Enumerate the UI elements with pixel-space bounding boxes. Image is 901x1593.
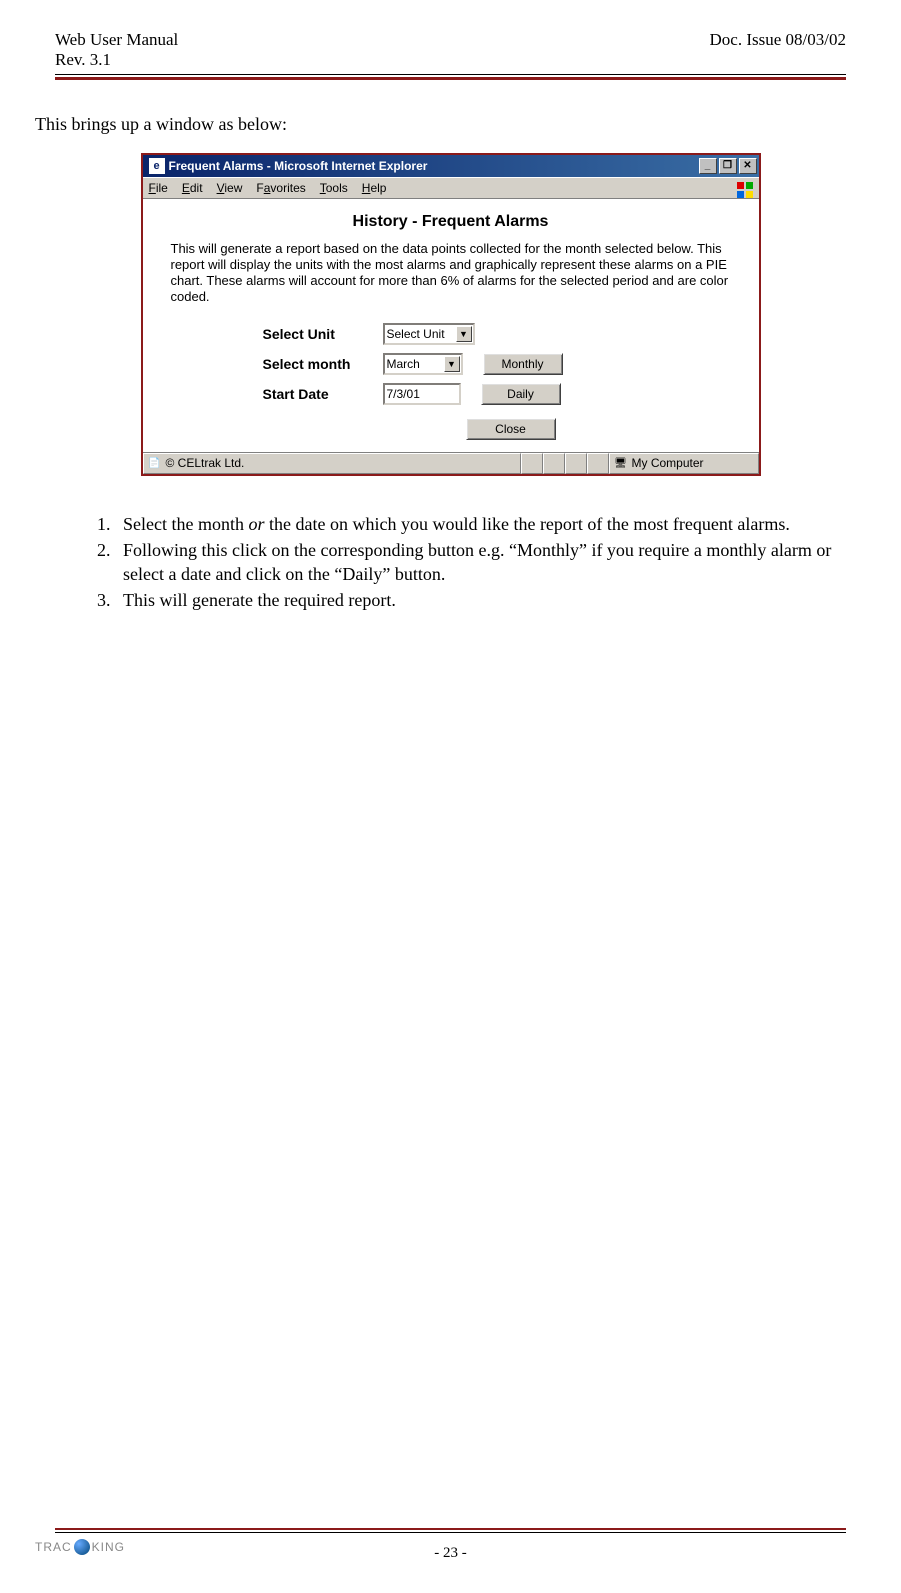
select-unit-dropdown[interactable]: Select Unit ▼	[383, 323, 475, 345]
menu-view[interactable]: View	[217, 181, 243, 195]
page-description: This will generate a report based on the…	[143, 241, 759, 306]
instruction-3: This will generate the required report.	[115, 588, 846, 612]
menu-tools[interactable]: Tools	[320, 181, 348, 195]
select-month-value: March	[387, 357, 420, 371]
minimize-button[interactable]: _	[699, 158, 717, 174]
daily-button[interactable]: Daily	[481, 383, 561, 405]
close-button[interactable]: Close	[466, 418, 556, 440]
status-spacer	[587, 453, 609, 474]
menu-edit[interactable]: Edit	[182, 181, 203, 195]
menu-help[interactable]: Help	[362, 181, 387, 195]
instruction-2: Following this click on the correspondin…	[115, 538, 846, 587]
computer-icon: 🖥	[614, 456, 628, 470]
intro-text: This brings up a window as below:	[35, 114, 846, 135]
chevron-down-icon: ▼	[444, 356, 460, 372]
start-date-value: 7/3/01	[387, 387, 420, 401]
instructions: Select the month or the date on which yo…	[55, 512, 846, 613]
status-spacer	[543, 453, 565, 474]
titlebar: e Frequent Alarms - Microsoft Internet E…	[143, 155, 759, 177]
monthly-button[interactable]: Monthly	[483, 353, 563, 375]
status-spacer	[565, 453, 587, 474]
page-number: - 23 -	[434, 1545, 467, 1562]
status-spacer	[521, 453, 543, 474]
status-text: © CELtrak Ltd.	[166, 456, 245, 470]
doc-rev: Rev. 3.1	[55, 50, 178, 70]
page-header: Web User Manual Rev. 3.1 Doc. Issue 08/0…	[55, 30, 846, 70]
ie-window: e Frequent Alarms - Microsoft Internet E…	[141, 153, 761, 476]
status-zone: My Computer	[632, 456, 704, 470]
menu-favorites[interactable]: Favorites	[256, 181, 305, 195]
instruction-1: Select the month or the date on which yo…	[115, 512, 846, 536]
maximize-button[interactable]: ❐	[719, 158, 737, 174]
footer-logo: TRACKING	[35, 1539, 125, 1555]
windows-logo-icon	[735, 180, 755, 198]
close-window-button[interactable]: ✕	[739, 158, 757, 174]
window-title: Frequent Alarms - Microsoft Internet Exp…	[169, 159, 699, 173]
select-month-dropdown[interactable]: March ▼	[383, 353, 463, 375]
menubar: File Edit View Favorites Tools Help	[143, 177, 759, 199]
start-date-input[interactable]: 7/3/01	[383, 383, 461, 405]
ie-icon: e	[149, 158, 165, 174]
ie-page-icon: 📄	[148, 456, 162, 470]
menu-file[interactable]: File	[149, 181, 168, 195]
globe-icon	[74, 1539, 90, 1555]
label-select-month: Select month	[263, 356, 383, 372]
header-rule	[55, 74, 846, 80]
label-select-unit: Select Unit	[263, 326, 383, 342]
page-heading: History - Frequent Alarms	[143, 213, 759, 231]
page-footer: TRACKING - 23 -	[55, 1528, 846, 1568]
select-unit-value: Select Unit	[387, 327, 445, 341]
doc-title: Web User Manual	[55, 30, 178, 50]
chevron-down-icon: ▼	[456, 326, 472, 342]
label-start-date: Start Date	[263, 386, 383, 402]
statusbar: 📄 © CELtrak Ltd. 🖥 My Computer	[143, 452, 759, 474]
doc-issue: Doc. Issue 08/03/02	[710, 30, 846, 50]
